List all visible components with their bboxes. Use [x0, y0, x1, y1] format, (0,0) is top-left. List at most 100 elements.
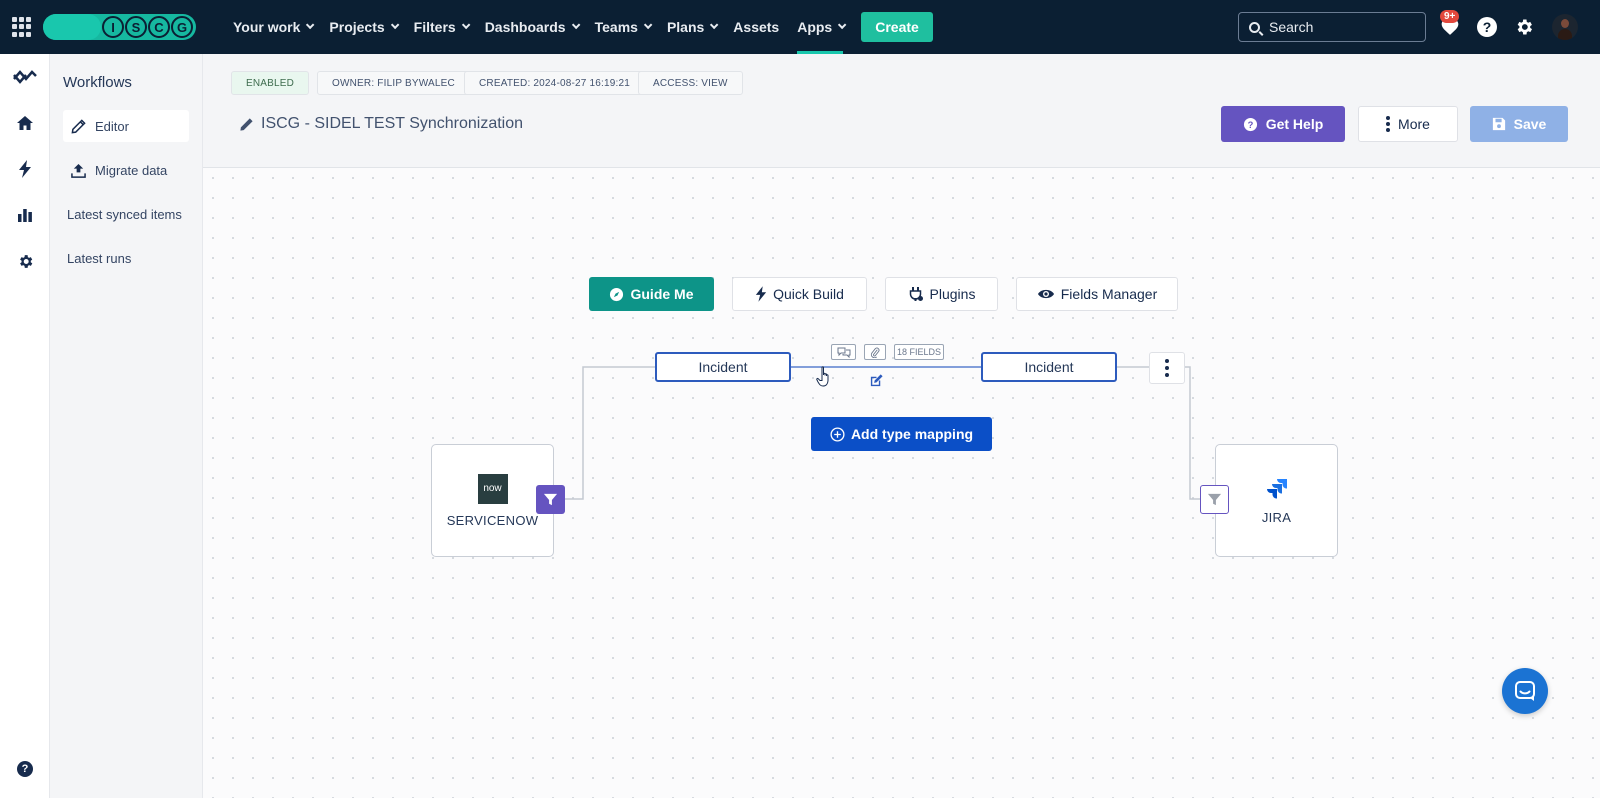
chevron-down-icon: [462, 21, 470, 29]
comments-icon[interactable]: [831, 344, 856, 360]
help-chat-icon: ?: [1243, 117, 1258, 132]
gear-icon[interactable]: [10, 246, 40, 276]
home-icon[interactable]: [10, 108, 40, 138]
nav-label: Dashboards: [485, 19, 566, 35]
sidebar-item-editor[interactable]: Editor: [63, 110, 189, 142]
servicenow-logo: now: [478, 474, 508, 504]
search-box[interactable]: [1238, 12, 1426, 42]
owner-badge: OWNER: FILIP BYWALEC: [317, 71, 470, 95]
workflow-header: ENABLED OWNER: FILIP BYWALEC CREATED: 20…: [203, 54, 1600, 168]
sidebar-item-latest-synced-items[interactable]: Latest synced items: [63, 198, 189, 230]
status-badge: ENABLED: [231, 71, 309, 95]
main-nav: Your work Projects Filters Dashboards Te…: [224, 0, 933, 54]
chart-icon[interactable]: [10, 200, 40, 230]
nav-label: Teams: [595, 19, 638, 35]
support-chat-button[interactable]: [1502, 668, 1548, 714]
logo-letter: S: [125, 16, 147, 38]
pencil-icon: [69, 119, 87, 134]
create-button[interactable]: Create: [861, 12, 933, 42]
nav-label: Projects: [329, 19, 384, 35]
nav-projects[interactable]: Projects: [320, 0, 404, 54]
sidebar-item-latest-runs[interactable]: Latest runs: [63, 242, 189, 274]
nav-label: Filters: [414, 19, 456, 35]
svg-text:?: ?: [1247, 119, 1253, 129]
fields-count-badge[interactable]: 18 FIELDS: [894, 344, 944, 360]
access-badge: ACCESS: VIEW: [638, 71, 743, 95]
notification-badge: 9+: [1440, 10, 1459, 23]
hand-cursor-icon: [816, 366, 834, 388]
target-type-incident[interactable]: Incident: [981, 352, 1117, 382]
mapping-options-button[interactable]: [1149, 352, 1185, 384]
system-label: JIRA: [1262, 510, 1291, 525]
bolt-icon[interactable]: [10, 154, 40, 184]
edit-mapping-icon[interactable]: [869, 373, 884, 388]
search-input[interactable]: [1269, 19, 1419, 35]
save-button[interactable]: Save: [1470, 106, 1568, 142]
plug-icon: [908, 286, 924, 302]
add-type-mapping-label: Add type mapping: [851, 426, 973, 442]
attachment-icon[interactable]: [864, 344, 886, 360]
plugins-button[interactable]: Plugins: [885, 277, 998, 311]
eye-icon: [1037, 287, 1055, 301]
nav-filters[interactable]: Filters: [405, 0, 476, 54]
workflow-canvas[interactable]: Guide Me Quick Build Plugins Fields Mana…: [203, 168, 1600, 798]
bolt-icon: [755, 286, 767, 302]
top-navigation-bar: I S C G Your work Projects Filters Dashb…: [0, 0, 1600, 54]
page-title: ISCG - SIDEL TEST Synchronization: [239, 115, 523, 133]
logo-letter: C: [148, 16, 170, 38]
quick-build-label: Quick Build: [773, 286, 844, 302]
plus-circle-icon: [830, 427, 845, 442]
jira-logo: [1265, 477, 1289, 501]
nav-label: Assets: [733, 19, 779, 35]
compass-icon: [609, 287, 624, 302]
sidebar-item-label: Latest runs: [67, 251, 131, 266]
sidebar-item-migrate-data[interactable]: Migrate data: [63, 154, 189, 186]
settings-icon[interactable]: [1511, 14, 1537, 40]
jira-node[interactable]: JIRA: [1215, 444, 1338, 557]
nav-dashboards[interactable]: Dashboards: [476, 0, 586, 54]
nav-plans[interactable]: Plans: [658, 0, 724, 54]
sidebar-item-label: Editor: [95, 119, 129, 134]
more-label: More: [1398, 116, 1430, 132]
get-help-label: Get Help: [1266, 116, 1324, 132]
sidebar-item-label: Latest synced items: [67, 207, 182, 222]
nav-your-work[interactable]: Your work: [224, 0, 320, 54]
chevron-down-icon: [306, 21, 314, 29]
chevron-down-icon: [644, 21, 652, 29]
quick-build-button[interactable]: Quick Build: [732, 277, 867, 311]
guide-me-label: Guide Me: [630, 286, 693, 302]
page-title-text: ISCG - SIDEL TEST Synchronization: [261, 115, 523, 133]
nav-teams[interactable]: Teams: [586, 0, 658, 54]
company-logo[interactable]: I S C G: [43, 14, 196, 40]
add-type-mapping-button[interactable]: Add type mapping: [811, 417, 992, 451]
pencil-icon[interactable]: [239, 117, 254, 132]
left-rail: ?: [0, 54, 50, 798]
system-label: SERVICENOW: [447, 513, 539, 528]
nav-label: Apps: [797, 19, 832, 35]
get-help-button[interactable]: ? Get Help: [1221, 106, 1345, 142]
sidebar-title: Workflows: [63, 74, 132, 91]
chevron-down-icon: [838, 21, 846, 29]
nav-apps[interactable]: Apps: [788, 0, 852, 54]
save-label: Save: [1514, 116, 1547, 132]
nav-assets[interactable]: Assets: [724, 0, 788, 54]
fields-manager-button[interactable]: Fields Manager: [1016, 277, 1178, 311]
workflows-sidebar: Workflows Editor Migrate data Latest syn…: [51, 54, 203, 798]
save-icon: [1492, 117, 1506, 131]
source-type-incident[interactable]: Incident: [655, 352, 791, 382]
app-switcher-icon[interactable]: [12, 17, 32, 37]
exalate-icon[interactable]: [10, 62, 40, 92]
guide-me-button[interactable]: Guide Me: [589, 277, 714, 311]
search-icon: [1249, 22, 1260, 33]
nav-label: Plans: [667, 19, 704, 35]
help-icon[interactable]: ?: [10, 754, 40, 784]
avatar[interactable]: [1552, 14, 1578, 40]
help-icon[interactable]: ?: [1474, 14, 1500, 40]
chat-icon: [1514, 680, 1536, 702]
more-button[interactable]: More: [1358, 106, 1458, 142]
target-filter-button[interactable]: [1200, 485, 1229, 514]
filter-icon: [543, 492, 558, 507]
sidebar-item-label: Migrate data: [95, 163, 167, 178]
fields-manager-label: Fields Manager: [1061, 286, 1158, 302]
source-filter-button[interactable]: [536, 485, 565, 514]
